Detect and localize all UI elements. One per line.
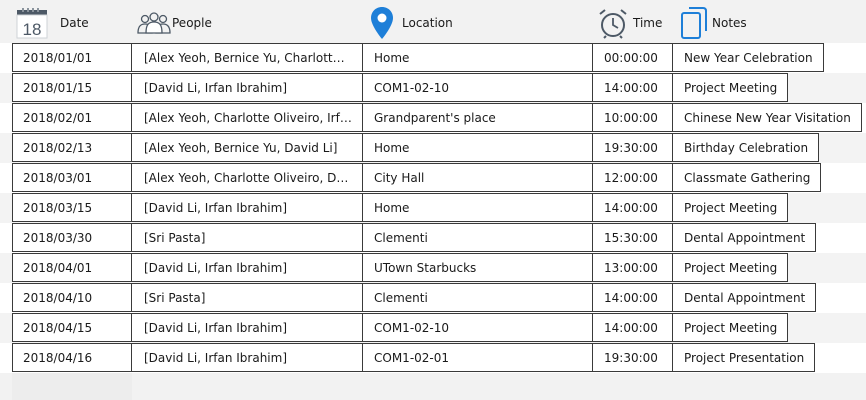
schedule-window: 18 Date People Location Time Notes 2018/…: [0, 0, 866, 400]
location-header-label: Location: [402, 16, 453, 30]
notes-cell: Classmate Gathering: [672, 163, 822, 192]
people-column-header[interactable]: People: [136, 6, 212, 40]
table-row[interactable]: 2018/02/01 [Alex Yeoh, Charlotte Oliveir…: [0, 103, 866, 133]
time-header-label: Time: [633, 16, 663, 30]
notes-cell: Chinese New Year Visitation: [672, 103, 862, 132]
time-column-header[interactable]: Time: [597, 6, 662, 40]
notes-column-header[interactable]: Notes: [680, 6, 747, 40]
location-cell: COM1-02-01: [362, 343, 593, 372]
notes-cell: Project Presentation: [672, 343, 816, 372]
time-cell: 19:30:00: [592, 133, 673, 162]
location-cell: Grandparent's place: [362, 103, 593, 132]
notes-cell: Dental Appointment: [672, 283, 817, 312]
location-cell: Clementi: [362, 283, 593, 312]
date-column-header[interactable]: 18 Date: [16, 6, 89, 40]
time-cell: 15:30:00: [592, 223, 673, 252]
table-row[interactable]: 2018/02/13 [Alex Yeoh, Bernice Yu, David…: [0, 133, 866, 163]
table-row[interactable]: 2018/01/01 [Alex Yeoh, Bernice Yu, Charl…: [0, 43, 866, 73]
date-cell: 2018/01/15: [12, 73, 132, 102]
people-cell: [David Li, Irfan Ibrahim]: [131, 343, 363, 372]
date-header-label: Date: [60, 16, 89, 30]
table-header: 18 Date People Location Time Notes: [0, 0, 866, 42]
notes-cell: New Year Celebration: [672, 43, 824, 72]
people-cell: [Alex Yeoh, Charlotte Oliveiro, Irfan Ib…: [131, 103, 363, 132]
time-cell: 19:30:00: [592, 343, 673, 372]
location-cell: UTown Starbucks: [362, 253, 593, 282]
calendar-icon-day: 18: [23, 20, 42, 39]
location-pin-icon: [370, 6, 394, 40]
notes-header-label: Notes: [712, 16, 747, 30]
notes-cell: Project Meeting: [672, 73, 789, 102]
table-row[interactable]: 2018/04/01 [David Li, Irfan Ibrahim] UTo…: [0, 253, 866, 283]
date-cell: 2018/03/30: [12, 223, 132, 252]
location-cell: Home: [362, 193, 593, 222]
people-cell: [Alex Yeoh, Bernice Yu, David Li]: [131, 133, 363, 162]
people-cell: [David Li, Irfan Ibrahim]: [131, 73, 363, 102]
notes-cell: Project Meeting: [672, 253, 789, 282]
date-cell: 2018/04/15: [12, 313, 132, 342]
notes-cell: Birthday Celebration: [672, 133, 820, 162]
people-cell: [Alex Yeoh, Charlotte Oliveiro, David Li…: [131, 163, 363, 192]
date-cell: 2018/02/13: [12, 133, 132, 162]
date-cell: 2018/04/10: [12, 283, 132, 312]
people-icon: [136, 11, 172, 35]
date-cell: 2018/03/15: [12, 193, 132, 222]
location-cell: Home: [362, 133, 593, 162]
list-footer-area: [12, 373, 132, 400]
location-cell: Clementi: [362, 223, 593, 252]
location-cell: Home: [362, 43, 593, 72]
table-row[interactable]: 2018/04/10 [Sri Pasta] Clementi 14:00:00…: [0, 283, 866, 313]
notes-cell: Project Meeting: [672, 193, 789, 222]
appointment-list: 2018/01/01 [Alex Yeoh, Bernice Yu, Charl…: [0, 43, 866, 373]
people-cell: [David Li, Irfan Ibrahim]: [131, 253, 363, 282]
location-cell: COM1-02-10: [362, 313, 593, 342]
time-cell: 13:00:00: [592, 253, 673, 282]
time-cell: 12:00:00: [592, 163, 673, 192]
time-cell: 14:00:00: [592, 313, 673, 342]
people-cell: [David Li, Irfan Ibrahim]: [131, 313, 363, 342]
location-column-header[interactable]: Location: [370, 6, 453, 40]
people-cell: [Alex Yeoh, Bernice Yu, Charlotte Olivei…: [131, 43, 363, 72]
date-cell: 2018/04/16: [12, 343, 132, 372]
date-cell: 2018/03/01: [12, 163, 132, 192]
time-cell: 14:00:00: [592, 283, 673, 312]
table-row[interactable]: 2018/04/15 [David Li, Irfan Ibrahim] COM…: [0, 313, 866, 343]
table-row[interactable]: 2018/01/15 [David Li, Irfan Ibrahim] COM…: [0, 73, 866, 103]
table-row[interactable]: 2018/03/30 [Sri Pasta] Clementi 15:30:00…: [0, 223, 866, 253]
time-cell: 14:00:00: [592, 193, 673, 222]
time-cell: 00:00:00: [592, 43, 673, 72]
table-row[interactable]: 2018/04/16 [David Li, Irfan Ibrahim] COM…: [0, 343, 866, 373]
notes-cell: Dental Appointment: [672, 223, 817, 252]
date-cell: 2018/04/01: [12, 253, 132, 282]
date-cell: 2018/01/01: [12, 43, 132, 72]
people-header-label: People: [172, 16, 212, 30]
table-row[interactable]: 2018/03/01 [Alex Yeoh, Charlotte Oliveir…: [0, 163, 866, 193]
time-cell: 14:00:00: [592, 73, 673, 102]
people-cell: [David Li, Irfan Ibrahim]: [131, 193, 363, 222]
people-cell: [Sri Pasta]: [131, 283, 363, 312]
table-row[interactable]: 2018/03/15 [David Li, Irfan Ibrahim] Hom…: [0, 193, 866, 223]
notes-icon: [680, 6, 708, 40]
date-cell: 2018/02/01: [12, 103, 132, 132]
calendar-icon: 18: [16, 7, 48, 39]
time-cell: 10:00:00: [592, 103, 673, 132]
location-cell: COM1-02-10: [362, 73, 593, 102]
location-cell: City Hall: [362, 163, 593, 192]
people-cell: [Sri Pasta]: [131, 223, 363, 252]
notes-cell: Project Meeting: [672, 313, 789, 342]
alarm-clock-icon: [597, 7, 629, 39]
